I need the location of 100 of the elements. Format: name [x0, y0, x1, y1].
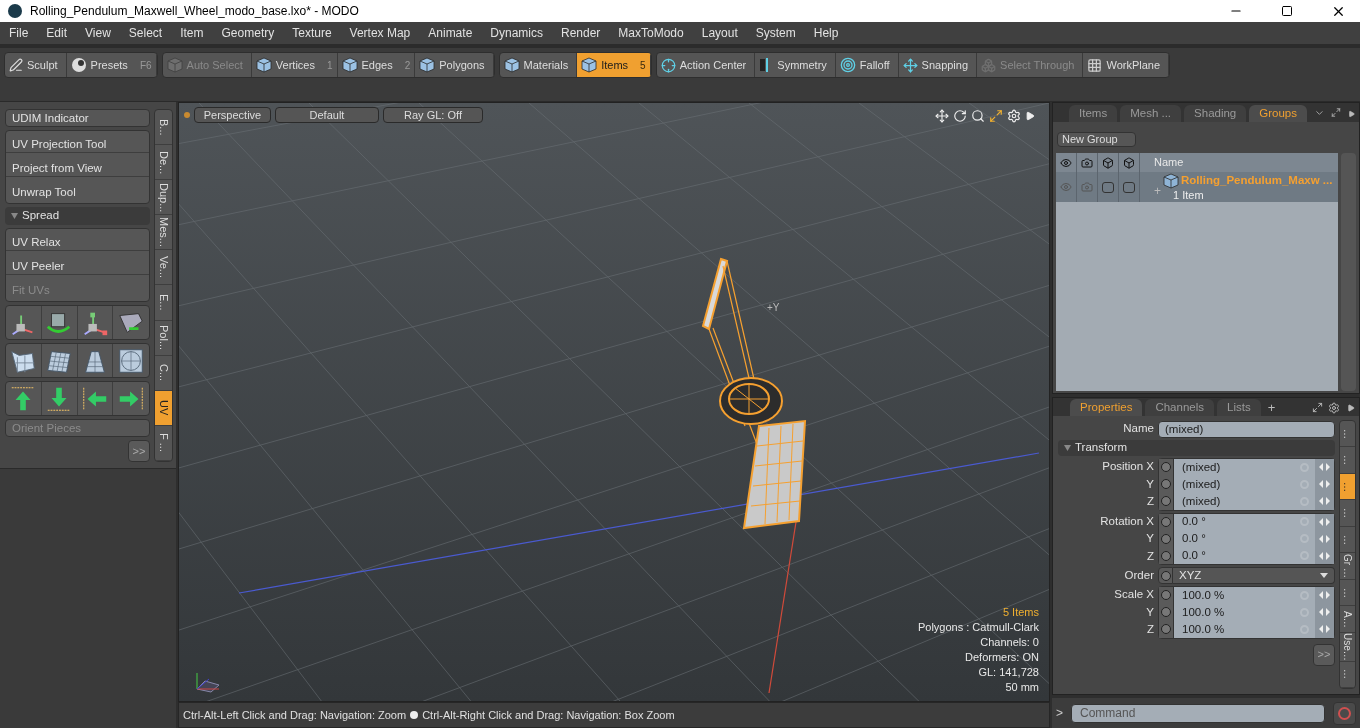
- side-tab[interactable]: F ...: [155, 425, 172, 461]
- cube-icon: [166, 57, 183, 73]
- move-icon[interactable]: [935, 109, 949, 123]
- search-icon[interactable]: [971, 109, 985, 123]
- toolbar-button[interactable]: WorkPlane: [1083, 53, 1170, 77]
- viewport-option-button[interactable]: Perspective: [194, 107, 271, 123]
- side-tab[interactable]: C...: [155, 355, 172, 391]
- tool-button[interactable]: UV Relax: [6, 234, 149, 251]
- side-tab[interactable]: De...: [155, 145, 172, 181]
- drag-arrows-icon[interactable]: [1319, 608, 1330, 617]
- toolbar-button[interactable]: Snapping: [898, 53, 978, 77]
- viewport-info-text: 5 Items: [1002, 605, 1039, 620]
- menu-item[interactable]: Dynamics: [481, 24, 552, 42]
- tool-button[interactable]: UV Peeler: [6, 258, 149, 275]
- order-dropdown[interactable]: XYZ: [1173, 567, 1335, 584]
- checkbox[interactable]: [1102, 181, 1114, 193]
- toolbar-button[interactable]: Symmetry: [755, 53, 836, 77]
- toolbar-button[interactable]: Falloff: [835, 53, 899, 77]
- viewport-option-button[interactable]: Ray GL: Off: [383, 107, 483, 123]
- expand-icon[interactable]: [1330, 107, 1341, 118]
- panel-tab[interactable]: Lists: [1217, 399, 1261, 416]
- menu-item[interactable]: File: [0, 24, 38, 42]
- side-tab[interactable]: …: [1340, 500, 1355, 527]
- new-group-button[interactable]: New Group: [1057, 132, 1136, 147]
- side-tab[interactable]: Mes...: [155, 215, 172, 251]
- record-button[interactable]: [1333, 701, 1356, 725]
- menu-item[interactable]: View: [76, 24, 120, 42]
- drag-arrows-icon[interactable]: [1319, 625, 1330, 634]
- toolbar-button[interactable]: Vertices 1: [251, 53, 338, 77]
- udim-indicator-button[interactable]: UDIM Indicator: [5, 109, 150, 127]
- side-tab[interactable]: E...: [155, 285, 172, 321]
- side-tab[interactable]: UV: [155, 390, 172, 426]
- panel-tab[interactable]: Items: [1069, 105, 1118, 122]
- cube-icon: [1123, 156, 1135, 169]
- menu-item[interactable]: Layout: [692, 24, 747, 42]
- menu-item[interactable]: Select: [119, 24, 172, 42]
- side-tab[interactable]: …: [1340, 473, 1355, 501]
- menu-item[interactable]: Edit: [37, 24, 77, 42]
- cube-icon: [1163, 172, 1179, 189]
- side-tab[interactable]: Use…: [1340, 632, 1355, 662]
- maximize-icon[interactable]: [1281, 5, 1293, 17]
- checkbox[interactable]: [1123, 181, 1135, 193]
- panel-tab[interactable]: Shading: [1184, 105, 1247, 122]
- menu-item[interactable]: Item: [171, 24, 213, 42]
- add-tab-button[interactable]: +: [1263, 400, 1280, 416]
- toolbar-button[interactable]: Items 5: [577, 53, 651, 77]
- section-header[interactable]: Transform: [1058, 440, 1335, 456]
- rotate-icon[interactable]: [953, 109, 967, 123]
- toolbar-button[interactable]: Presets F6: [66, 53, 157, 77]
- tool-button[interactable]: Unwrap Tool: [6, 184, 149, 201]
- menu-item[interactable]: Texture: [283, 24, 341, 42]
- more-button[interactable]: >>: [128, 440, 150, 462]
- menu-item[interactable]: MaxToModo: [609, 24, 693, 42]
- side-tab[interactable]: Pol...: [155, 320, 172, 356]
- column-header[interactable]: Name: [1140, 153, 1184, 172]
- field-label: Z: [1145, 548, 1155, 564]
- side-tab[interactable]: …: [1340, 661, 1355, 688]
- more-button[interactable]: >>: [1313, 643, 1335, 666]
- menu-item[interactable]: Render: [552, 24, 610, 42]
- toolbar-button[interactable]: Action Center: [656, 53, 756, 77]
- side-tab[interactable]: …: [1340, 421, 1355, 448]
- command-field[interactable]: Command: [1071, 703, 1325, 723]
- expand-icon[interactable]: [1312, 402, 1323, 413]
- drag-arrows-icon[interactable]: [1319, 517, 1330, 526]
- toolbar-button[interactable]: Polygons: [415, 53, 494, 77]
- toolbar-button[interactable]: Sculpt: [5, 53, 67, 77]
- menu-item[interactable]: System: [746, 24, 805, 42]
- side-tab[interactable]: Ve...: [155, 250, 172, 286]
- side-tab[interactable]: …: [1340, 579, 1355, 607]
- side-tab[interactable]: …: [1340, 526, 1355, 554]
- viewport-option-button[interactable]: Default: [275, 107, 379, 123]
- side-tab[interactable]: Dup...: [155, 180, 172, 216]
- side-tab[interactable]: …: [1340, 447, 1355, 474]
- menu-item[interactable]: Help: [804, 24, 848, 42]
- menu-item[interactable]: Animate: [419, 24, 482, 42]
- drag-arrows-icon[interactable]: [1319, 497, 1330, 506]
- play-icon[interactable]: [1347, 404, 1355, 412]
- name-field[interactable]: (mixed): [1158, 420, 1335, 438]
- side-tab[interactable]: B...: [155, 110, 172, 146]
- side-tab[interactable]: Gr …: [1340, 553, 1355, 580]
- toolbar-button[interactable]: Materials: [499, 53, 578, 77]
- triangle-icon: [11, 213, 18, 219]
- tool-button[interactable]: Project from View: [6, 160, 149, 177]
- boxes-icon: [981, 57, 997, 73]
- tool-button[interactable]: UV Projection Tool: [6, 136, 149, 153]
- settings-icon[interactable]: [1328, 402, 1340, 414]
- panel-tab[interactable]: Properties: [1070, 399, 1143, 416]
- menu-item[interactable]: Vertex Map: [340, 24, 420, 42]
- drag-arrows-icon[interactable]: [1319, 480, 1330, 489]
- zoom-fit-icon[interactable]: [989, 109, 1003, 123]
- panel-tab[interactable]: Groups: [1249, 105, 1307, 122]
- field-label: Scale X: [1113, 587, 1155, 603]
- section-header[interactable]: Spread: [5, 207, 150, 225]
- drag-arrows-icon[interactable]: [1319, 534, 1330, 543]
- panel-tab[interactable]: Channels: [1145, 399, 1214, 416]
- panel-tab[interactable]: Mesh ...: [1120, 105, 1182, 122]
- side-tab[interactable]: A…: [1340, 606, 1355, 633]
- menu-item[interactable]: Geometry: [212, 24, 284, 42]
- toolbar-button[interactable]: Edges 2: [337, 53, 416, 77]
- play-icon[interactable]: [1347, 110, 1355, 118]
